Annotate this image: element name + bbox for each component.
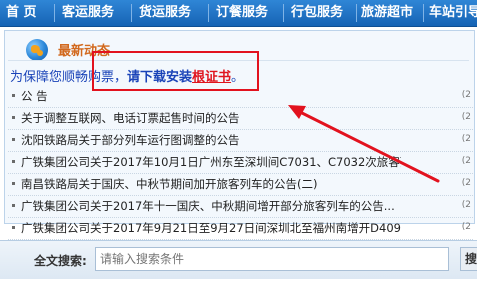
- page-bottom: [0, 279, 477, 304]
- search-input[interactable]: [95, 247, 449, 271]
- search-label: 全文搜索:: [34, 254, 87, 268]
- arrow-shaft: [298, 110, 440, 183]
- search-button[interactable]: 搜: [460, 247, 477, 271]
- search-bar: 全文搜索: 搜: [0, 240, 477, 279]
